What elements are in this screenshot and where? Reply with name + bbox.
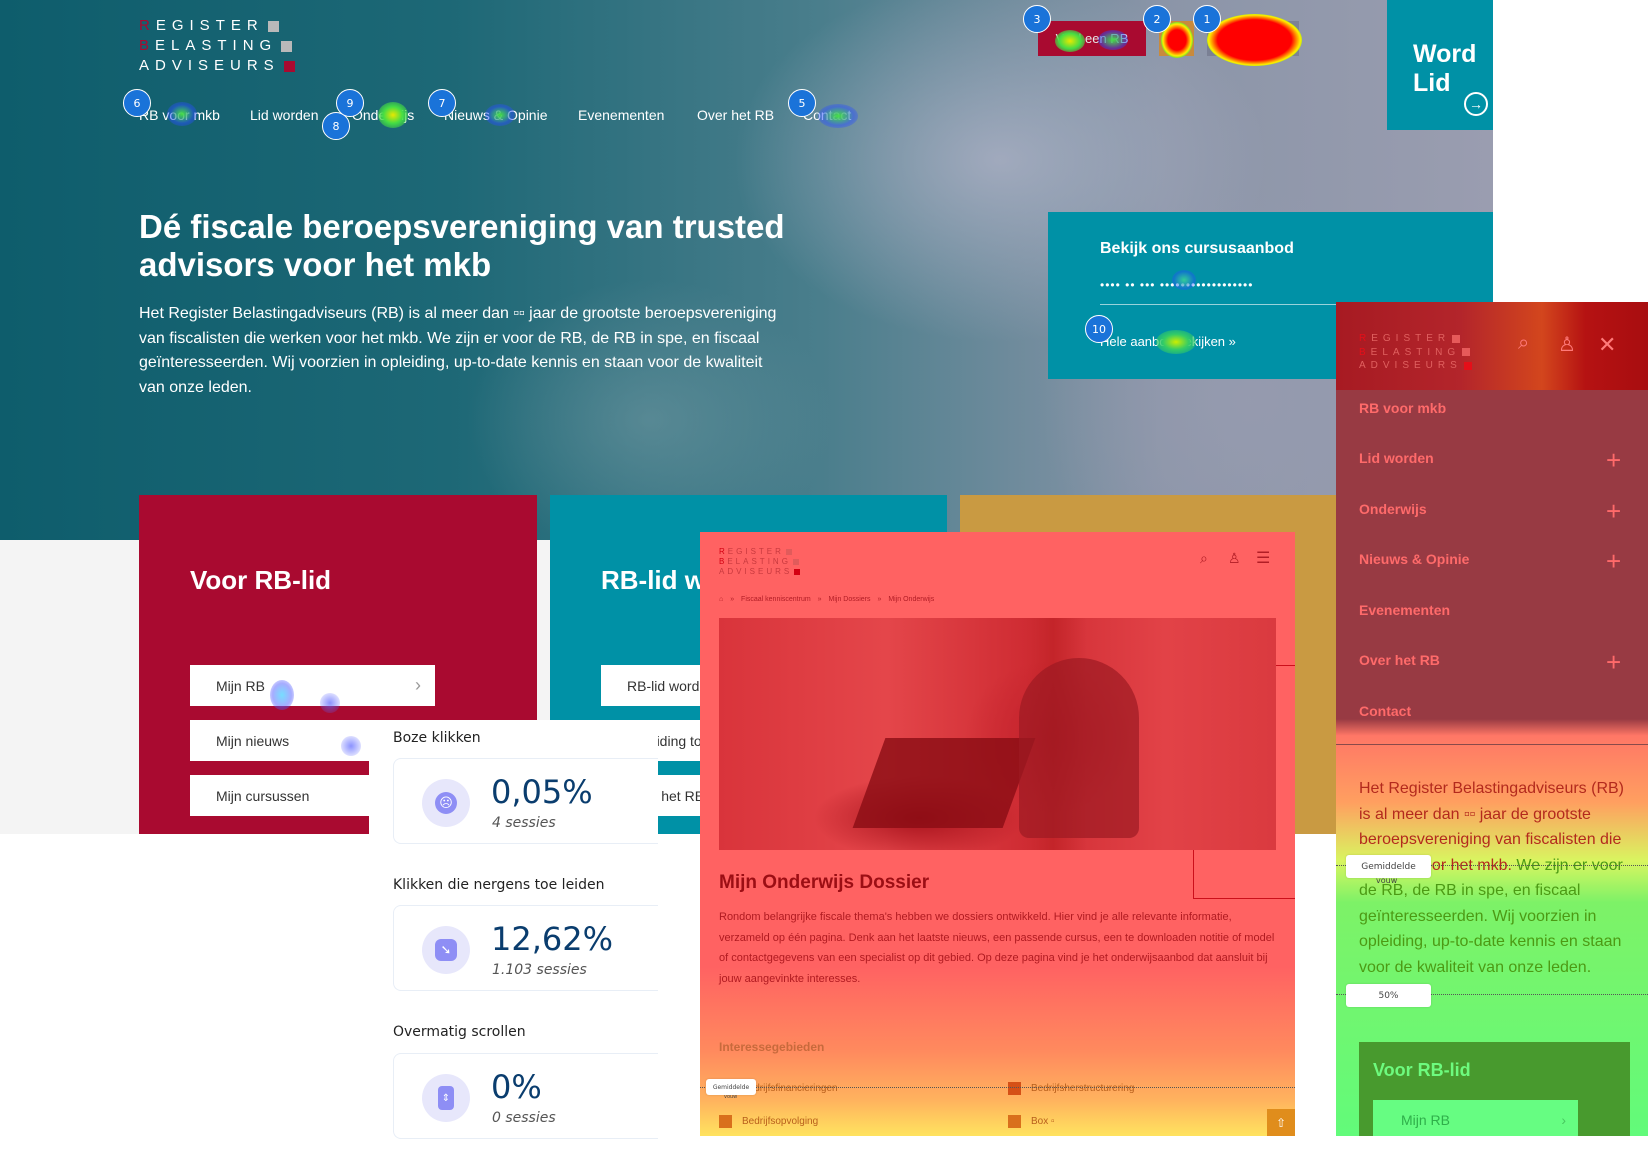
angry-face-icon: ☹ bbox=[422, 779, 470, 827]
stat-label: Klikken die nergens toe leiden bbox=[393, 877, 605, 893]
menu-item-onderwijs[interactable]: Onderwijs bbox=[1359, 501, 1427, 517]
click-rank-pin: 7 bbox=[428, 89, 456, 117]
hamburger-menu-icon[interactable]: ☰ bbox=[1256, 548, 1270, 568]
logo[interactable]: R EGISTER B ELASTING ADVISEURS bbox=[139, 16, 295, 76]
stat-card-angry-clicks[interactable]: ☹ 0,05% 4 sessies bbox=[393, 758, 658, 844]
logo-line: B ELASTING bbox=[139, 36, 295, 56]
click-rank-pin: 2 bbox=[1143, 5, 1171, 33]
search-icon[interactable]: ⌕ bbox=[1518, 332, 1529, 355]
expand-plus-icon[interactable]: + bbox=[1606, 498, 1621, 524]
checkbox-icon bbox=[719, 1115, 732, 1128]
chevron-right-icon: › bbox=[415, 675, 421, 695]
card-title: Voor RB-lid bbox=[1373, 1060, 1471, 1080]
connector-line bbox=[1193, 850, 1194, 898]
user-icon[interactable]: ♙ bbox=[1228, 550, 1241, 567]
divider bbox=[1336, 744, 1648, 745]
breadcrumb-item[interactable]: Fiscaal kenniscentrum bbox=[741, 596, 811, 603]
card-title: Voor RB-lid bbox=[190, 565, 332, 595]
mobile-dossier-scrollmap: R EGISTER B ELASTING ADVISEURS ⌕ ♙ ☰ ⌂ » F… bbox=[700, 532, 1295, 1136]
stat-label: Overmatig scrollen bbox=[393, 1024, 526, 1040]
arrow-right-circle-icon: → bbox=[1464, 92, 1488, 116]
nav-lid-worden[interactable]: Lid worden bbox=[250, 107, 319, 123]
hero-photo bbox=[719, 618, 1276, 850]
stat-sessions: 4 sessies bbox=[492, 815, 556, 831]
dead-click-icon: ➘ bbox=[422, 926, 470, 974]
all-courses-link[interactable]: Hele aanbod bekijken » bbox=[1100, 334, 1236, 349]
nav-nieuws-opinie[interactable]: Nieuws & Opinie bbox=[444, 107, 548, 123]
menu-item-rb-voor-mkb[interactable]: RB voor mkb bbox=[1359, 400, 1446, 416]
close-icon[interactable]: ✕ bbox=[1598, 332, 1616, 358]
intro-paragraph: Het Register Belastingadviseurs (RB) is … bbox=[1359, 780, 1624, 976]
interest-checkbox[interactable]: Box ▫ bbox=[1008, 1115, 1055, 1128]
scroll-top-button[interactable]: ⇧ bbox=[1267, 1109, 1295, 1136]
logo-square bbox=[283, 60, 295, 72]
login-button[interactable] bbox=[1207, 21, 1299, 56]
card-voor-rb-lid: Voor RB-lid Mijn RB › bbox=[1359, 1042, 1630, 1136]
breadcrumb: ⌂ » Fiscaal kenniscentrum » Mijn Dossier… bbox=[719, 596, 935, 603]
interest-checkbox[interactable]: Bedrijfsopvolging bbox=[719, 1115, 818, 1128]
menu-item-evenementen[interactable]: Evenementen bbox=[1359, 602, 1450, 618]
user-icon[interactable]: ♙ bbox=[1558, 332, 1576, 357]
logo[interactable]: R EGISTER B ELASTING ADVISEURS bbox=[719, 547, 801, 577]
half-scroll-tag: 50% bbox=[1346, 984, 1431, 1007]
stat-card-dead-clicks[interactable]: ➘ 12,62% 1.103 sessies bbox=[393, 905, 658, 991]
click-rank-pin: 6 bbox=[123, 89, 151, 117]
average-fold-tag: Gemiddelde bbox=[706, 1079, 756, 1095]
mijn-rb-button[interactable]: Mijn RB › bbox=[1373, 1100, 1578, 1136]
menu-item-lid-worden[interactable]: Lid worden bbox=[1359, 450, 1434, 466]
click-rank-pin: 3 bbox=[1023, 5, 1051, 33]
average-fold-tag: Gemiddelde bbox=[1346, 855, 1431, 878]
mijn-rb-button[interactable]: Mijn RB › bbox=[190, 665, 435, 706]
mobile-menu-scrollmap: R EGISTER B ELASTING ADVISEURS ⌕ ♙ ✕ RB vo… bbox=[1336, 302, 1648, 1136]
nav-evenementen[interactable]: Evenementen bbox=[578, 107, 664, 123]
menu-item-nieuws-opinie[interactable]: Nieuws & Opinie bbox=[1359, 551, 1469, 567]
stat-value: 0,05% bbox=[491, 773, 593, 811]
stat-value: 12,62% bbox=[491, 920, 614, 958]
click-rank-pin: 10 bbox=[1085, 315, 1113, 343]
expand-plus-icon[interactable]: + bbox=[1606, 548, 1621, 574]
expand-plus-icon[interactable]: + bbox=[1606, 649, 1621, 675]
expand-plus-icon[interactable]: + bbox=[1606, 447, 1621, 473]
menu-item-contact[interactable]: Contact bbox=[1359, 703, 1411, 719]
interests-heading: Interessegebieden bbox=[719, 1040, 825, 1054]
find-rb-button[interactable]: Vind een RB bbox=[1038, 21, 1146, 56]
page-description: Rondom belangrijke fiscale thema's hebbe… bbox=[719, 911, 1275, 985]
connector-line bbox=[1276, 665, 1295, 666]
scroll-icon: ⇕ bbox=[422, 1074, 470, 1122]
connector-line bbox=[1193, 898, 1295, 899]
stat-label: Boze klikken bbox=[393, 730, 481, 746]
stat-sessions: 0 sessies bbox=[492, 1110, 556, 1126]
logo-line: R EGISTER bbox=[139, 16, 295, 36]
hero-text: Het Register Belastingadviseurs (RB) is … bbox=[139, 305, 777, 396]
click-rank-pin: 1 bbox=[1193, 5, 1221, 33]
breadcrumb-item: Mijn Onderwijs bbox=[888, 596, 935, 603]
home-icon[interactable]: ⌂ bbox=[719, 596, 723, 603]
course-search-input[interactable]: •••• •• ••• •••••••••••••••••• bbox=[1100, 278, 1253, 292]
click-rank-pin: 9 bbox=[336, 89, 364, 117]
checkbox-icon bbox=[1008, 1082, 1021, 1095]
hero-title: Dé fiscale beroepsvereniging van trusted… bbox=[139, 208, 785, 283]
breadcrumb-item[interactable]: Mijn Dossiers bbox=[829, 596, 871, 603]
stat-value: 0% bbox=[491, 1068, 542, 1106]
frustration-stats-panel: Boze klikken ☹ 0,05% 4 sessies Klikken d… bbox=[369, 720, 658, 1163]
logo[interactable]: R EGISTER B ELASTING ADVISEURS bbox=[1359, 332, 1472, 373]
page-title: Mijn Onderwijs Dossier bbox=[719, 872, 930, 893]
logo-square bbox=[267, 20, 279, 32]
stat-sessions: 1.103 sessies bbox=[492, 962, 587, 978]
nav-rb-voor-mkb[interactable]: RB voor mkb bbox=[139, 107, 220, 123]
checkbox-icon bbox=[1008, 1115, 1021, 1128]
word-lid-button[interactable]: Word Lid → bbox=[1387, 0, 1493, 130]
course-box-title: Bekijk ons cursusaanbod bbox=[1100, 240, 1294, 257]
nav-over-het-rb[interactable]: Over het RB bbox=[697, 107, 774, 123]
menu-item-over-het-rb[interactable]: Over het RB bbox=[1359, 652, 1440, 668]
interest-checkbox[interactable]: Bedrijfsherstructurering bbox=[1008, 1082, 1134, 1095]
stat-card-excessive-scroll[interactable]: ⇕ 0% 0 sessies bbox=[393, 1053, 658, 1139]
logo-square bbox=[281, 40, 293, 52]
search-icon[interactable]: ⌕ bbox=[1200, 550, 1208, 567]
logo-line: ADVISEURS bbox=[139, 56, 295, 76]
click-rank-pin: 5 bbox=[788, 89, 816, 117]
chevron-right-icon: › bbox=[1561, 1112, 1566, 1128]
average-fold-line bbox=[700, 1087, 1295, 1088]
